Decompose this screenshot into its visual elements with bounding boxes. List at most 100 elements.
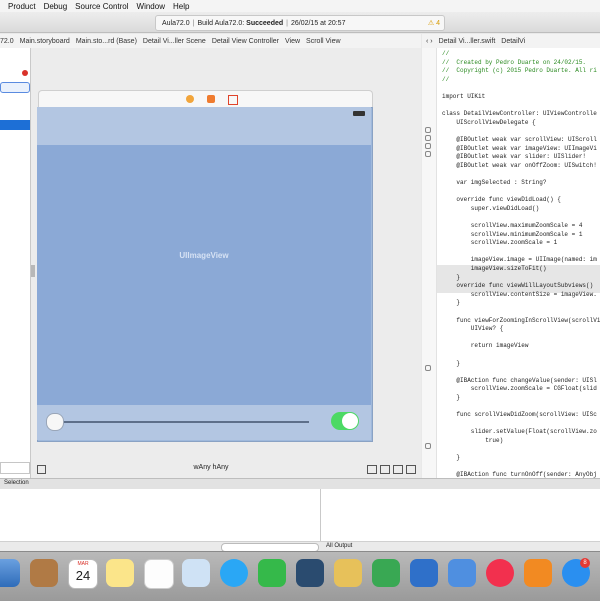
maps-icon[interactable] <box>182 559 210 587</box>
outline-selected-row[interactable] <box>0 120 30 130</box>
code-line: return imageView <box>442 342 529 350</box>
code-line: func scrollViewDidZoom(scrollView: UISc <box>442 411 597 419</box>
canvas-bottom-bar: wAny hAny <box>31 462 421 476</box>
ibooks-icon[interactable] <box>524 559 552 587</box>
keynote-icon[interactable] <box>410 559 438 587</box>
scene-dock <box>38 90 373 108</box>
outlet-connection-icon[interactable] <box>425 143 431 149</box>
code-line: @IBOutlet weak var imageView: UIImageVi <box>442 144 597 152</box>
menu-window[interactable]: Window <box>137 2 165 11</box>
switch-knob <box>342 413 358 429</box>
pages-icon[interactable] <box>334 559 362 587</box>
jump-item[interactable]: Main.storyboard <box>20 38 70 45</box>
code-line: override func viewDidLoad() { <box>442 196 561 204</box>
code-line: slider.setValue(Float(scrollView.zo <box>442 428 597 436</box>
pin-icon[interactable] <box>380 465 390 474</box>
preview-icon[interactable] <box>0 559 20 587</box>
photo-booth-icon[interactable] <box>296 559 324 587</box>
error-icon[interactable] <box>22 70 28 76</box>
facetime-icon[interactable] <box>258 559 286 587</box>
calendar-day: 24 <box>75 568 91 583</box>
menu-source-control[interactable]: Source Control <box>75 2 128 11</box>
code-line: @IBAction func changeValue(sender: UISl <box>442 376 597 384</box>
exit-icon[interactable] <box>228 95 238 105</box>
battery-icon <box>353 111 365 116</box>
document-outline[interactable] <box>0 48 31 478</box>
jump-item[interactable]: Detail View Controller <box>212 38 279 45</box>
menu-product[interactable]: Product <box>8 2 36 11</box>
code-line: super.viewDidLoad() <box>442 204 540 212</box>
code-line: // <box>442 50 450 57</box>
slider-thumb[interactable] <box>46 413 64 431</box>
notes-icon[interactable] <box>106 559 134 587</box>
editor-jump-bar: 72.0 Main.storyboard Main.sto...rd (Base… <box>0 34 421 49</box>
size-class-label[interactable]: wAny hAny <box>181 464 241 471</box>
code-line: scrollView.maximumZoomScale = 4 <box>442 222 583 229</box>
code-line: scrollView.zoomScale = 1 <box>442 239 558 247</box>
activity-viewer: Aula72.0 | Build Aula72.0: Succeeded | 2… <box>155 15 445 31</box>
image-view-label: UIImageView <box>179 251 229 260</box>
outline-filter[interactable] <box>0 82 30 93</box>
jump-item[interactable]: DetailVi <box>501 38 525 45</box>
code-line: @IBOutlet weak var scrollView: UIScroll <box>442 136 597 143</box>
messages-icon[interactable] <box>220 559 248 587</box>
build-time: 26/02/15 at 20:57 <box>290 19 346 27</box>
image-view[interactable]: UIImageView <box>37 145 371 405</box>
output-filter-select[interactable]: All Output <box>326 543 352 549</box>
controls-strip <box>37 405 371 440</box>
warning-badge[interactable]: ⚠ 4 <box>428 19 440 27</box>
first-responder-icon[interactable] <box>207 95 215 103</box>
reminders-icon[interactable] <box>144 559 174 589</box>
outline-search-field[interactable] <box>0 462 30 474</box>
code-line: true) <box>442 437 504 444</box>
code-line: import UIKit <box>442 93 486 100</box>
code-line: // Copyright (c) 2015 Pedro Duarte. All … <box>442 67 597 75</box>
code-line: } <box>442 394 461 401</box>
code-line: class DetailViewController: UIViewContro… <box>442 110 597 118</box>
project-name: Aula72.0 <box>162 19 190 27</box>
code-line: UIScrollViewDelegate { <box>442 118 536 126</box>
outlet-connection-icon[interactable] <box>425 127 431 133</box>
zoom-switch[interactable] <box>331 412 359 430</box>
align-icon[interactable] <box>367 465 377 474</box>
jump-item[interactable]: Detail Vi...ller Scene <box>143 38 206 45</box>
menu-debug[interactable]: Debug <box>44 2 68 11</box>
calendar-month: MAR <box>77 561 89 567</box>
jump-item[interactable]: Detail Vi...ller.swift <box>439 38 496 45</box>
build-label: Build Aula72.0: <box>197 19 245 27</box>
variables-view[interactable] <box>0 489 321 541</box>
outline-toggle-icon[interactable] <box>37 465 46 474</box>
resolve-icon[interactable] <box>393 465 403 474</box>
line-gutter <box>422 48 437 478</box>
action-connection-icon[interactable] <box>425 443 431 449</box>
console-view[interactable] <box>321 489 600 541</box>
jump-item[interactable]: Main.sto...rd (Base) <box>76 38 137 45</box>
nav-back-icon[interactable]: ‹ › <box>426 38 433 45</box>
code-line: UIView? { <box>442 325 504 333</box>
view-controller-icon[interactable] <box>186 95 194 103</box>
code-line: var imgSelected : String? <box>442 179 547 186</box>
status-bar-area <box>37 107 371 145</box>
contacts-icon[interactable] <box>30 559 58 587</box>
code-line: @IBOutlet weak var onOffZoom: UISwitch! <box>442 161 597 169</box>
debug-title: Selection <box>4 480 29 486</box>
jump-item[interactable]: Scroll View <box>306 38 341 45</box>
resizing-icon[interactable] <box>406 465 416 474</box>
code-line: scrollView.zoomScale = CGFloat(slid <box>442 385 597 393</box>
itunes-icon[interactable] <box>486 559 514 587</box>
code-line: // Created by Pedro Duarte on 24/02/15. <box>442 58 587 66</box>
app-store-badge: 8 <box>580 558 590 568</box>
numbers-icon[interactable] <box>372 559 400 587</box>
jump-item[interactable]: 72.0 <box>0 38 14 45</box>
calendar-icon[interactable]: MAR 24 <box>68 559 98 589</box>
xcode-icon[interactable] <box>448 559 476 587</box>
action-connection-icon[interactable] <box>425 365 431 371</box>
slider-track[interactable] <box>55 421 309 423</box>
outlet-connection-icon[interactable] <box>425 151 431 157</box>
code-line: scrollView.contentSize = imageView. <box>442 290 597 298</box>
outlet-connection-icon[interactable] <box>425 135 431 141</box>
menu-help[interactable]: Help <box>173 2 189 11</box>
warning-count: 4 <box>436 20 440 27</box>
code-line: } <box>442 454 461 462</box>
jump-item[interactable]: View <box>285 38 300 45</box>
